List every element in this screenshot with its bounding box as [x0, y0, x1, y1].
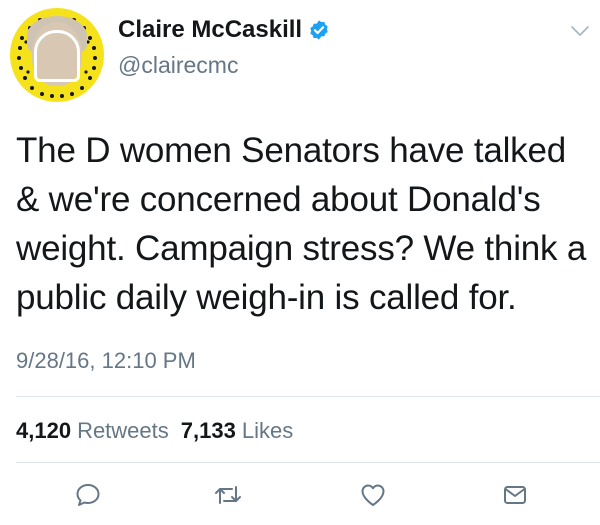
- tweet-stats: 4,120 Retweets 7,133 Likes: [16, 418, 293, 444]
- avatar[interactable]: [10, 8, 104, 102]
- tweet-text: The D women Senators have talked & we're…: [16, 131, 587, 317]
- divider: [16, 396, 600, 397]
- tweet-timestamp[interactable]: 9/28/16, 12:10 PM: [16, 348, 196, 374]
- likes-label[interactable]: Likes: [242, 418, 293, 444]
- retweets-count[interactable]: 4,120: [16, 418, 71, 444]
- author-handle[interactable]: @clairecmc: [118, 52, 238, 79]
- retweet-icon[interactable]: [213, 480, 243, 510]
- divider: [16, 462, 600, 463]
- heart-icon[interactable]: [358, 480, 388, 510]
- tweet-actions: [0, 478, 600, 514]
- author-row: Claire McCaskill: [118, 16, 330, 44]
- envelope-icon[interactable]: [500, 480, 530, 510]
- author-name[interactable]: Claire McCaskill: [118, 16, 302, 44]
- reply-icon[interactable]: [73, 480, 103, 510]
- verified-badge-icon: [310, 20, 328, 40]
- chevron-down-icon[interactable]: [570, 24, 590, 38]
- retweets-label[interactable]: Retweets: [77, 418, 169, 444]
- likes-count[interactable]: 7,133: [181, 418, 236, 444]
- snapchat-ghost-outline: [34, 30, 80, 82]
